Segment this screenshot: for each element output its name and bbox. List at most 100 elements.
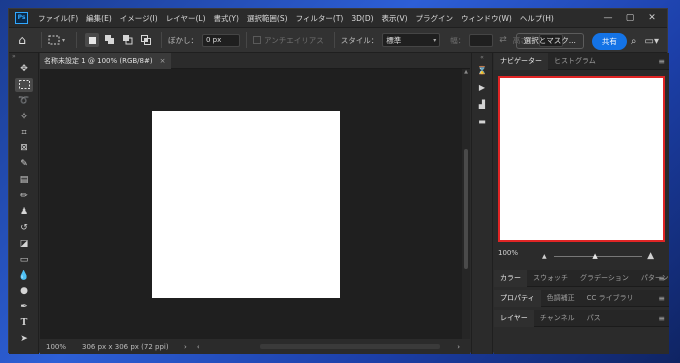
tools-panel: » ✥ ➰ ✧ ⌗ ⊠ ✎ ▤ ✏ ♟ ↺ ◪ ▭ 💧 ● ✒ T ➤: [9, 53, 39, 354]
panel-icon-column: « ⌛ ▶ ▟ ▬: [471, 53, 493, 354]
history-brush-tool-icon[interactable]: ↺: [9, 220, 39, 236]
glyphs-icon[interactable]: ▟: [472, 96, 492, 113]
pen-tool-icon[interactable]: ✒: [9, 299, 39, 315]
style-select[interactable]: 標準 ▾: [382, 33, 441, 47]
expand-icon[interactable]: «: [472, 53, 492, 62]
menu-filter[interactable]: フィルター(T): [292, 13, 348, 24]
tab-color[interactable]: カラー: [494, 269, 527, 287]
menu-help[interactable]: ヘルプ(H): [516, 13, 558, 24]
tab-channels[interactable]: チャンネル: [534, 310, 581, 327]
eraser-tool-icon[interactable]: ◪: [9, 236, 39, 252]
panel-menu-icon[interactable]: ≡: [658, 290, 665, 307]
crop-tool-icon[interactable]: ⌗: [9, 125, 39, 141]
document-tab[interactable]: 名称未設定 1 @ 100% (RGB/8#) ×: [40, 53, 172, 69]
swap-icon[interactable]: ⇄: [499, 35, 507, 45]
navigator-zoom[interactable]: 100%: [498, 249, 518, 257]
frame-tool-icon[interactable]: ⊠: [9, 140, 39, 156]
color-tabs: カラー スウォッチ グラデーション パターン ≡: [494, 269, 669, 287]
vertical-scrollbar[interactable]: ▲: [462, 69, 470, 339]
scroll-left-icon[interactable]: ‹: [197, 343, 200, 351]
blur-tool-icon[interactable]: 💧: [9, 268, 39, 284]
zoom-in-icon[interactable]: ▲: [647, 251, 654, 261]
tab-paths[interactable]: パス: [581, 310, 607, 327]
eyedropper-tool-icon[interactable]: ✎: [9, 156, 39, 172]
stamp-tool-icon[interactable]: ♟: [9, 204, 39, 220]
healing-brush-tool-icon[interactable]: ▤: [9, 172, 39, 188]
divider: [161, 32, 162, 48]
intersect-selection-icon[interactable]: [139, 33, 153, 47]
select-and-mask-button[interactable]: 選択とマスク...: [515, 33, 584, 49]
move-tool-icon[interactable]: ✥: [9, 61, 39, 77]
close-button[interactable]: ✕: [641, 13, 663, 23]
canvas-pasteboard[interactable]: [40, 69, 462, 339]
marquee-tool-icon[interactable]: [9, 77, 39, 93]
history-panel-icon[interactable]: ⌛: [472, 62, 492, 79]
comments-icon[interactable]: ▬: [472, 113, 492, 130]
home-icon[interactable]: ⌂: [9, 33, 35, 47]
menu-bar: Ps ファイル(F) 編集(E) イメージ(I) レイヤー(L) 書式(Y) 選…: [9, 9, 667, 27]
workspace-icon[interactable]: ▭▾: [645, 36, 659, 47]
tab-navigator[interactable]: ナビゲーター: [494, 52, 548, 70]
scroll-thumb[interactable]: [464, 149, 468, 269]
maximize-button[interactable]: ▢: [619, 13, 641, 23]
canvas[interactable]: [152, 111, 340, 298]
photoshop-logo: Ps: [15, 12, 28, 24]
scroll-up-icon[interactable]: ▲: [462, 69, 470, 75]
status-arrow-icon[interactable]: ›: [184, 343, 187, 351]
tab-adjustments[interactable]: 色調補正: [541, 290, 581, 307]
menu-type[interactable]: 書式(Y): [210, 13, 243, 24]
new-selection-icon[interactable]: [85, 33, 99, 47]
navigator-zoom-slider[interactable]: ▲ ▲ ▲: [542, 251, 654, 261]
style-value: 標準: [386, 35, 402, 45]
menu-image[interactable]: イメージ(I): [116, 13, 162, 24]
share-button[interactable]: 共有: [591, 32, 627, 50]
menu-view[interactable]: 表示(V): [378, 13, 412, 24]
menu-3d[interactable]: 3D(D): [347, 14, 377, 23]
brush-tool-icon[interactable]: ✏: [9, 188, 39, 204]
panel-menu-icon[interactable]: ≡: [658, 310, 665, 327]
gradient-tool-icon[interactable]: ▭: [9, 252, 39, 268]
tab-cc-libraries[interactable]: CC ライブラリ: [581, 290, 640, 307]
feather-input[interactable]: 0 px: [202, 33, 240, 47]
add-selection-icon[interactable]: [103, 33, 117, 47]
width-input[interactable]: [469, 33, 494, 47]
menu-plugins[interactable]: プラグイン: [412, 13, 458, 24]
marquee-preset-icon[interactable]: ▾: [48, 35, 70, 45]
actions-play-icon[interactable]: ▶: [472, 79, 492, 96]
tab-swatches[interactable]: スウォッチ: [527, 270, 574, 287]
search-icon[interactable]: ⌕: [631, 36, 637, 47]
menu-edit[interactable]: 編集(E): [82, 13, 116, 24]
slider-knob[interactable]: ▲: [592, 252, 597, 260]
dodge-tool-icon[interactable]: ●: [9, 283, 39, 299]
tab-properties[interactable]: プロパティ: [494, 289, 541, 307]
type-tool-icon[interactable]: T: [9, 315, 39, 331]
navigator-panel: 100% ▲ ▲ ▲: [494, 70, 669, 270]
tab-histogram[interactable]: ヒストグラム: [548, 53, 602, 70]
slider-track[interactable]: [554, 256, 642, 257]
close-tab-icon[interactable]: ×: [160, 57, 166, 65]
collapse-icon[interactable]: »: [9, 53, 38, 61]
horizontal-scrollbar[interactable]: [260, 344, 440, 349]
panel-menu-icon[interactable]: ≡: [658, 53, 665, 70]
antialias-label: アンチエイリアス: [264, 35, 324, 45]
status-bar: 100% 306 px x 306 px (72 ppi) › ‹ ›: [40, 339, 470, 354]
tab-gradients[interactable]: グラデーション: [574, 270, 635, 287]
tab-layers[interactable]: レイヤー: [494, 309, 534, 327]
panel-menu-icon[interactable]: ≡: [658, 270, 665, 287]
lasso-tool-icon[interactable]: ➰: [9, 93, 39, 109]
zoom-out-icon[interactable]: ▲: [542, 253, 547, 260]
navigator-preview[interactable]: [498, 76, 665, 242]
subtract-selection-icon[interactable]: [121, 33, 135, 47]
menu-file[interactable]: ファイル(F): [34, 13, 82, 24]
minimize-button[interactable]: —: [597, 13, 619, 23]
menu-layer[interactable]: レイヤー(L): [162, 13, 210, 24]
tab-patterns[interactable]: パターン: [635, 270, 675, 287]
menu-select[interactable]: 選択範囲(S): [243, 13, 292, 24]
scroll-right-icon[interactable]: ›: [457, 343, 460, 351]
path-selection-tool-icon[interactable]: ➤: [9, 331, 39, 347]
menu-window[interactable]: ウィンドウ(W): [457, 13, 516, 24]
antialias-checkbox[interactable]: [253, 36, 261, 44]
divider: [246, 32, 247, 48]
magic-wand-tool-icon[interactable]: ✧: [9, 109, 39, 125]
zoom-level[interactable]: 100%: [46, 343, 82, 351]
